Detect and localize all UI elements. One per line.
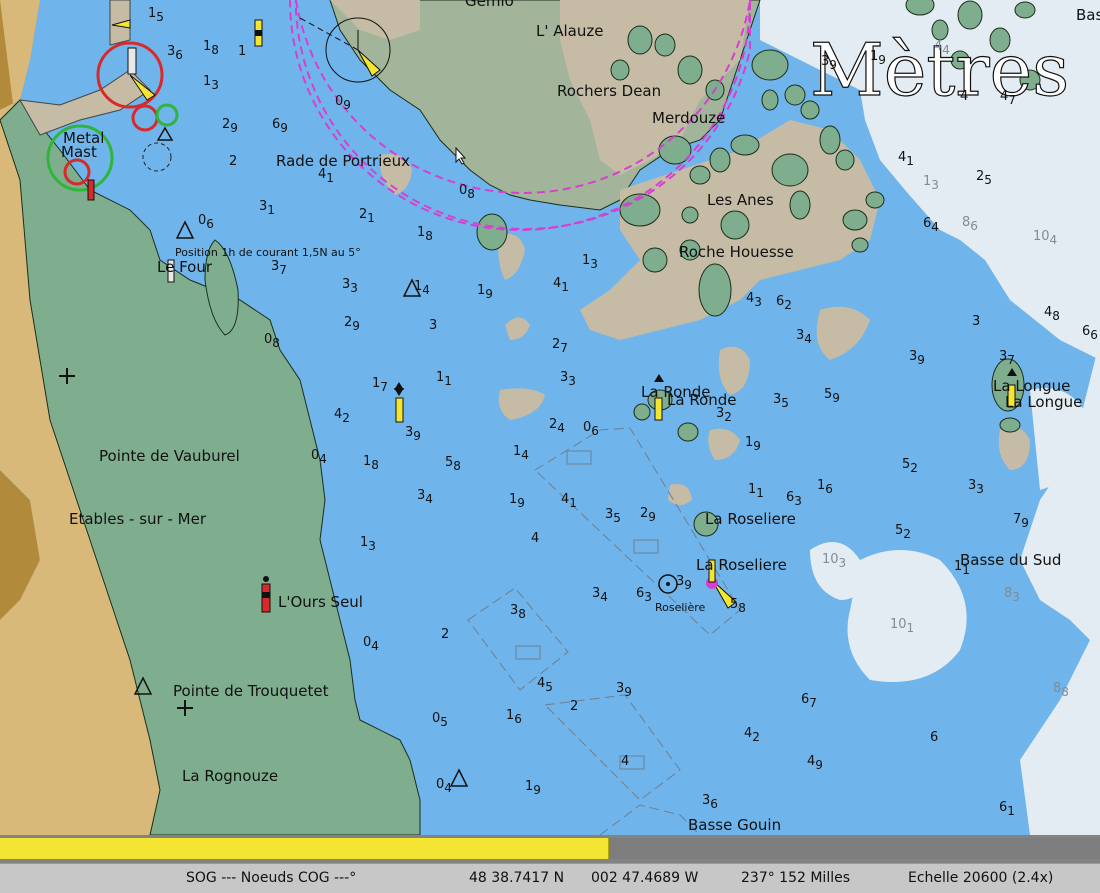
- bearing-distance-readout: 237° 152 Milles: [741, 870, 850, 886]
- place-rochers-dean: Rochers Dean: [557, 82, 661, 100]
- place-roseliere-a: La Roseliere: [705, 510, 796, 528]
- place-roseliere-b: La Roseliere: [696, 556, 787, 574]
- place-alauze: L' Alauze: [536, 22, 603, 40]
- cursor-arrow-icon: [455, 147, 467, 165]
- depth-sounding: 3: [429, 318, 437, 333]
- depth-sounding: 3: [972, 314, 980, 329]
- light-beacon-icon: [254, 19, 263, 47]
- sog-cog-readout: SOG --- Noeuds COG ---°: [186, 870, 357, 886]
- depth-sounding: 4: [531, 531, 539, 546]
- place-ours-seul: L'Ours Seul: [278, 593, 363, 611]
- depth-sounding: 2: [570, 699, 578, 714]
- beacon-cardinal-icon: [394, 382, 404, 423]
- depth-sounding: 1: [238, 44, 246, 59]
- place-bas: Bas: [1076, 6, 1100, 24]
- place-la-longue-b: La Longue: [1005, 393, 1082, 411]
- progress-bar: [0, 835, 1100, 863]
- depth-sounding: 2: [229, 154, 237, 169]
- place-trouquetet: Pointe de Trouquetet: [173, 682, 329, 700]
- depth-sounding: 4: [621, 754, 629, 769]
- buoy-roseliere-label: Roselière: [655, 601, 706, 614]
- latitude-readout: 48 38.7417 N: [469, 870, 565, 886]
- place-les-anes: Les Anes: [707, 191, 774, 209]
- place-rognouze: La Rognouze: [182, 767, 278, 785]
- label-mast: Mast: [61, 143, 97, 161]
- progress-fill: [0, 838, 610, 859]
- place-basse-gouin: Basse Gouin: [688, 816, 781, 834]
- place-rade-portrieux: Rade de Portrieux: [276, 152, 410, 170]
- place-merdouze: Merdouze: [652, 109, 725, 127]
- place-gemlo: Gemlo: [465, 0, 514, 10]
- status-bar: SOG --- Noeuds COG ---° 48 38.7417 N 002…: [0, 863, 1100, 893]
- place-basse-du-sud: Basse du Sud: [960, 551, 1061, 569]
- longitude-readout: 002 47.4689 W: [591, 870, 699, 886]
- depth-sounding: 6: [930, 730, 938, 745]
- nautical-chart-canvas[interactable]: Mètres Gemlo L' Alauze Rochers Dean Merd…: [0, 0, 1100, 835]
- place-vauburel: Pointe de Vauburel: [99, 447, 240, 465]
- place-la-ronde-b: La Ronde: [667, 391, 737, 409]
- place-le-four: Le Four: [157, 258, 213, 276]
- depth-sounding: 2: [441, 627, 449, 642]
- place-etables: Etables - sur - Mer: [69, 510, 207, 528]
- scale-readout: Echelle 20600 (2.4x): [908, 870, 1054, 886]
- current-note: Position 1h de courant 1,5N au 5°: [175, 246, 361, 259]
- depth-sounding: 4: [960, 89, 968, 104]
- place-roche-houesse: Roche Houesse: [679, 243, 794, 261]
